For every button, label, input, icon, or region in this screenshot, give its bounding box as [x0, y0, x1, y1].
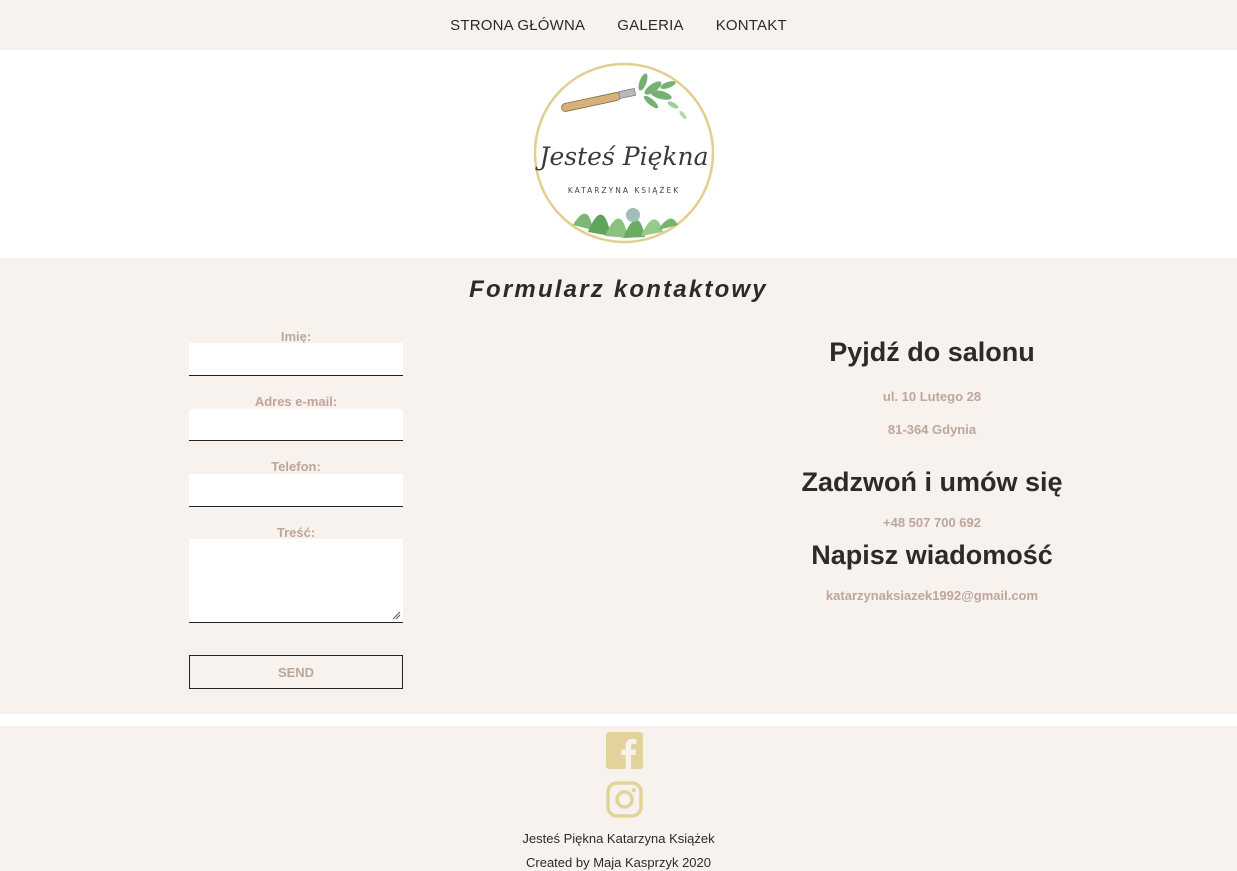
nav-link-home[interactable]: STRONA GŁÓWNA [434, 17, 601, 34]
phone-field[interactable] [189, 474, 403, 507]
footer-brand: Jesteś Piękna Katarzyna Książek [522, 831, 715, 846]
logo[interactable]: Jesteś Piękna KATARZYNA KSIĄŻEK [533, 60, 716, 246]
nav-link-contact[interactable]: KONTAKT [700, 17, 803, 34]
phone-number[interactable]: +48 507 700 692 [732, 515, 1132, 530]
logo-caption: KATARZYNA KSIĄŻEK [568, 186, 680, 195]
instagram-icon[interactable] [606, 781, 643, 818]
facebook-icon[interactable] [606, 732, 643, 769]
email-label: Adres e-mail: [254, 394, 338, 409]
name-label: Imię: [280, 329, 312, 344]
form-title: Formularz kontaktowy [469, 276, 768, 303]
top-navigation: STRONA GŁÓWNA GALERIA KONTAKT [0, 0, 1237, 50]
message-textarea[interactable] [189, 539, 403, 623]
logo-script-text: Jesteś Piękna [534, 142, 708, 171]
salon-street: ul. 10 Lutego 28 [882, 389, 982, 404]
email-address[interactable]: katarzynaksiazek1992@gmail.com [732, 588, 1132, 603]
call-heading: Zadzwoń i umów się [801, 467, 1063, 497]
nav-link-gallery[interactable]: GALERIA [601, 17, 699, 34]
message-label: Treść: [276, 525, 316, 540]
phone-label: Telefon: [271, 459, 321, 474]
send-button[interactable]: SEND [189, 655, 403, 689]
salon-heading: Pyjdź do salonu [829, 337, 1035, 367]
logo-graphic: Jesteś Piękna KATARZYNA KSIĄŻEK [533, 62, 715, 244]
name-field[interactable] [189, 343, 403, 376]
resize-grip-icon[interactable] [392, 611, 401, 620]
section-divider [0, 714, 1237, 726]
write-heading: Napisz wiadomość [811, 540, 1053, 570]
salon-city: 81-364 Gdynia [887, 422, 977, 437]
email-field[interactable] [189, 409, 403, 441]
footer-credit: Created by Maja Kasprzyk 2020 [526, 855, 711, 870]
